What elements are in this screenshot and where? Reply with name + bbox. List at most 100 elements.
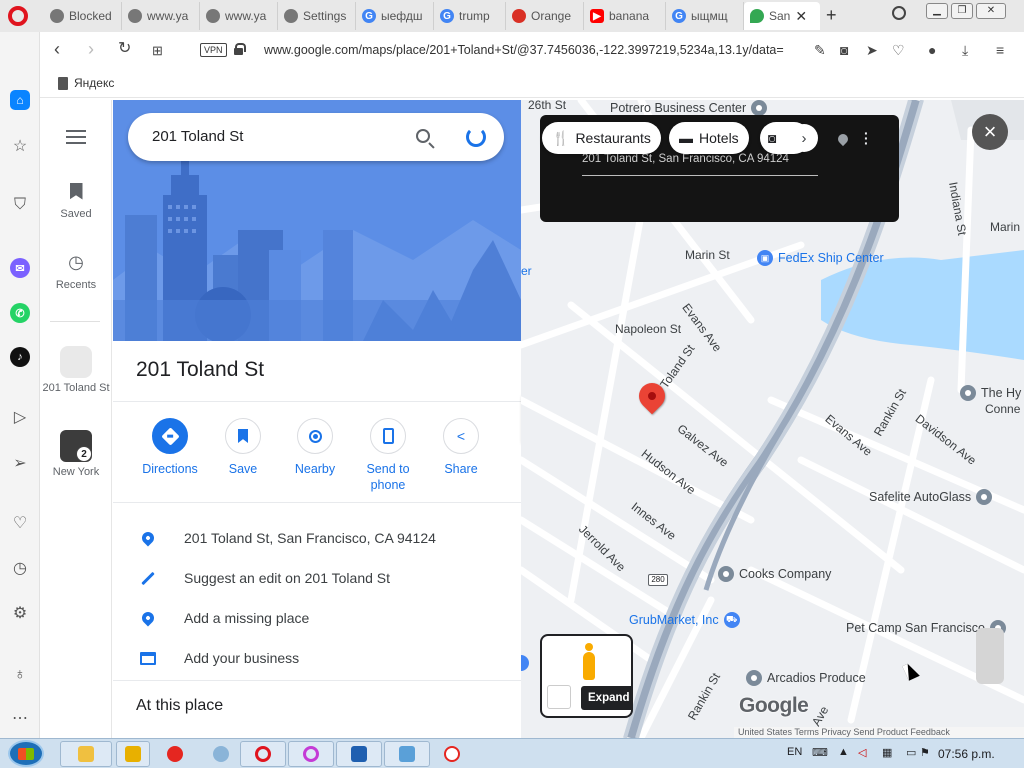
suggest-edit-row[interactable]: Suggest an edit on 201 Toland St <box>113 558 521 598</box>
download-icon[interactable]: ⤓ <box>962 42 968 59</box>
taskbar-app[interactable] <box>336 741 382 767</box>
map-attribution[interactable]: United States Terms Privacy Send Product… <box>734 727 1024 738</box>
taskbar-opera[interactable] <box>240 741 286 767</box>
forward-icon[interactable]: › <box>88 40 94 58</box>
chevron-up-icon[interactable]: ▲ <box>838 746 849 758</box>
network-icon[interactable]: ▦ <box>882 746 892 759</box>
poi-potrero-business-center[interactable]: Potrero Business Center <box>610 100 768 116</box>
tab-settings[interactable]: Settings <box>278 2 356 30</box>
share-button[interactable]: < Share <box>424 418 498 477</box>
menu-icon[interactable]: ≡ <box>996 42 1004 58</box>
profile-icon[interactable]: ● <box>928 42 936 58</box>
poi-grubmarket[interactable]: GrubMarket, Inc ⛟ <box>629 612 740 628</box>
star-icon[interactable]: ☆ <box>10 136 30 156</box>
search-icon[interactable] <box>416 129 430 143</box>
volume-muted-icon[interactable]: ◁ <box>858 746 866 759</box>
close-tab-icon[interactable]: ✕ <box>795 8 807 25</box>
poi-fedex-ship-center[interactable]: ▣ FedEx Ship Center <box>757 250 884 266</box>
search-box[interactable]: 201 Toland St <box>128 113 504 161</box>
heart-icon[interactable]: ♡ <box>10 513 30 533</box>
url-field[interactable]: www.google.com/maps/place/201+Toland+St/… <box>264 43 804 57</box>
history-icon[interactable]: ◷ <box>10 558 30 578</box>
send-icon[interactable]: ➢ <box>10 453 30 473</box>
opera-logo-icon[interactable] <box>8 6 28 26</box>
tab-google-search-1[interactable]: G ыефдш <box>356 2 434 30</box>
minimize-button[interactable]: ▁ <box>926 3 948 19</box>
heart-icon[interactable]: ♡ <box>892 42 905 59</box>
chips-next-button[interactable]: › <box>790 124 818 152</box>
start-button[interactable] <box>8 740 44 767</box>
camera-icon[interactable]: ◙ <box>840 42 848 58</box>
language-indicator[interactable]: EN <box>787 746 802 758</box>
search-tabs-icon[interactable] <box>892 6 906 20</box>
poi-cooks-company[interactable]: Cooks Company <box>718 566 831 582</box>
rail-recent-city[interactable]: 2 New York <box>40 430 112 478</box>
maximize-button[interactable]: ❐ <box>951 3 973 19</box>
taskbar-yandex[interactable] <box>154 741 196 767</box>
clock[interactable]: 07:56 p.m. <box>938 747 995 761</box>
more-options-icon[interactable]: · · · <box>864 126 869 150</box>
flag-icon[interactable]: ⚑ <box>920 746 930 759</box>
rail-recents[interactable]: ◷ Recents <box>40 251 112 292</box>
send-to-phone-button[interactable]: Send to phone <box>351 418 425 493</box>
close-icon[interactable]: × <box>972 114 1008 150</box>
directions-button[interactable]: Directions <box>133 418 207 477</box>
tiktok-icon[interactable]: ♪ <box>10 347 30 367</box>
taskbar-app[interactable] <box>384 741 430 767</box>
more-icon[interactable]: ⋯ <box>10 708 30 728</box>
home-icon[interactable]: ⌂ <box>10 90 30 110</box>
taskbar-explorer[interactable] <box>60 741 112 767</box>
rail-saved[interactable]: Saved <box>40 180 112 220</box>
lightbulb-icon[interactable]: ♁ <box>10 665 30 685</box>
rail-recent-place[interactable]: 201 Toland St <box>40 346 112 395</box>
send-icon[interactable]: ➤ <box>866 42 878 59</box>
taskbar-opera-gx[interactable] <box>288 741 334 767</box>
taskbar-media[interactable] <box>116 741 150 767</box>
map-canvas[interactable]: 26th St Indiana St Marin St Marin Napole… <box>521 100 1024 738</box>
layers-icon[interactable] <box>547 685 571 709</box>
tab-google-maps[interactable]: San ✕ <box>744 2 820 30</box>
bookmark-yandex[interactable]: Яндекс <box>58 76 114 90</box>
gear-icon[interactable]: ⚙ <box>10 603 30 623</box>
new-tab-button[interactable]: + <box>826 5 837 26</box>
nearby-button[interactable]: Nearby <box>278 418 352 477</box>
tab-orange[interactable]: Orange <box>506 2 584 30</box>
tab-youtube[interactable]: ▶ banana <box>584 2 666 30</box>
search-input[interactable]: 201 Toland St <box>152 128 243 145</box>
tab-yandex-1[interactable]: www.ya <box>122 2 200 30</box>
yandex-icon <box>167 746 183 762</box>
tab-google-search-3[interactable]: G ыщмщ <box>666 2 744 30</box>
back-icon[interactable]: ‹ <box>54 40 60 58</box>
messenger-icon[interactable]: ✉ <box>10 258 30 278</box>
player-icon[interactable]: ▷ <box>10 407 30 427</box>
keyboard-icon[interactable]: ⌨ <box>812 746 828 759</box>
shopping-bag-icon[interactable]: ⛉ <box>10 195 30 215</box>
hamburger-menu-icon[interactable] <box>66 130 86 144</box>
taskbar-globe[interactable] <box>200 741 242 767</box>
location-pin-icon[interactable] <box>835 131 851 147</box>
whatsapp-icon[interactable]: ✆ <box>10 303 30 323</box>
save-button[interactable]: Save <box>206 418 280 477</box>
street-view-box[interactable]: Expand <box>540 634 633 718</box>
tab-blocked[interactable]: Blocked <box>44 2 122 30</box>
poi-the-hy[interactable]: The Hy <box>960 385 1021 401</box>
taskbar-yandex-browser[interactable] <box>432 741 472 767</box>
restaurants-chip[interactable]: 🍴 Restaurants <box>542 122 661 154</box>
poi-safelite-autoglass[interactable]: Safelite AutoGlass <box>869 489 993 505</box>
add-business-row[interactable]: Add your business <box>113 638 521 678</box>
reload-icon[interactable]: ↻ <box>118 40 131 58</box>
edit-icon[interactable]: ✎ <box>814 42 826 59</box>
address-row[interactable]: 201 Toland St, San Francisco, CA 94124 <box>113 518 521 558</box>
add-missing-place-row[interactable]: Add a missing place <box>113 598 521 638</box>
tab-yandex-2[interactable]: www.ya <box>200 2 278 30</box>
hotels-chip[interactable]: ▬ Hotels <box>669 122 749 154</box>
tabs-grid-icon[interactable]: ⊞ <box>152 42 163 60</box>
close-window-button[interactable]: ✕ <box>976 3 1006 19</box>
tab-google-search-2[interactable]: G trump <box>434 2 506 30</box>
map-zoom-control[interactable] <box>976 628 1004 684</box>
battery-icon[interactable]: ▭ <box>906 746 916 759</box>
vpn-badge[interactable]: VPN <box>200 43 227 57</box>
poi-arcadios-produce[interactable]: Arcadios Produce <box>746 670 866 686</box>
pegman-icon[interactable] <box>583 643 595 680</box>
lock-icon[interactable] <box>234 43 246 55</box>
